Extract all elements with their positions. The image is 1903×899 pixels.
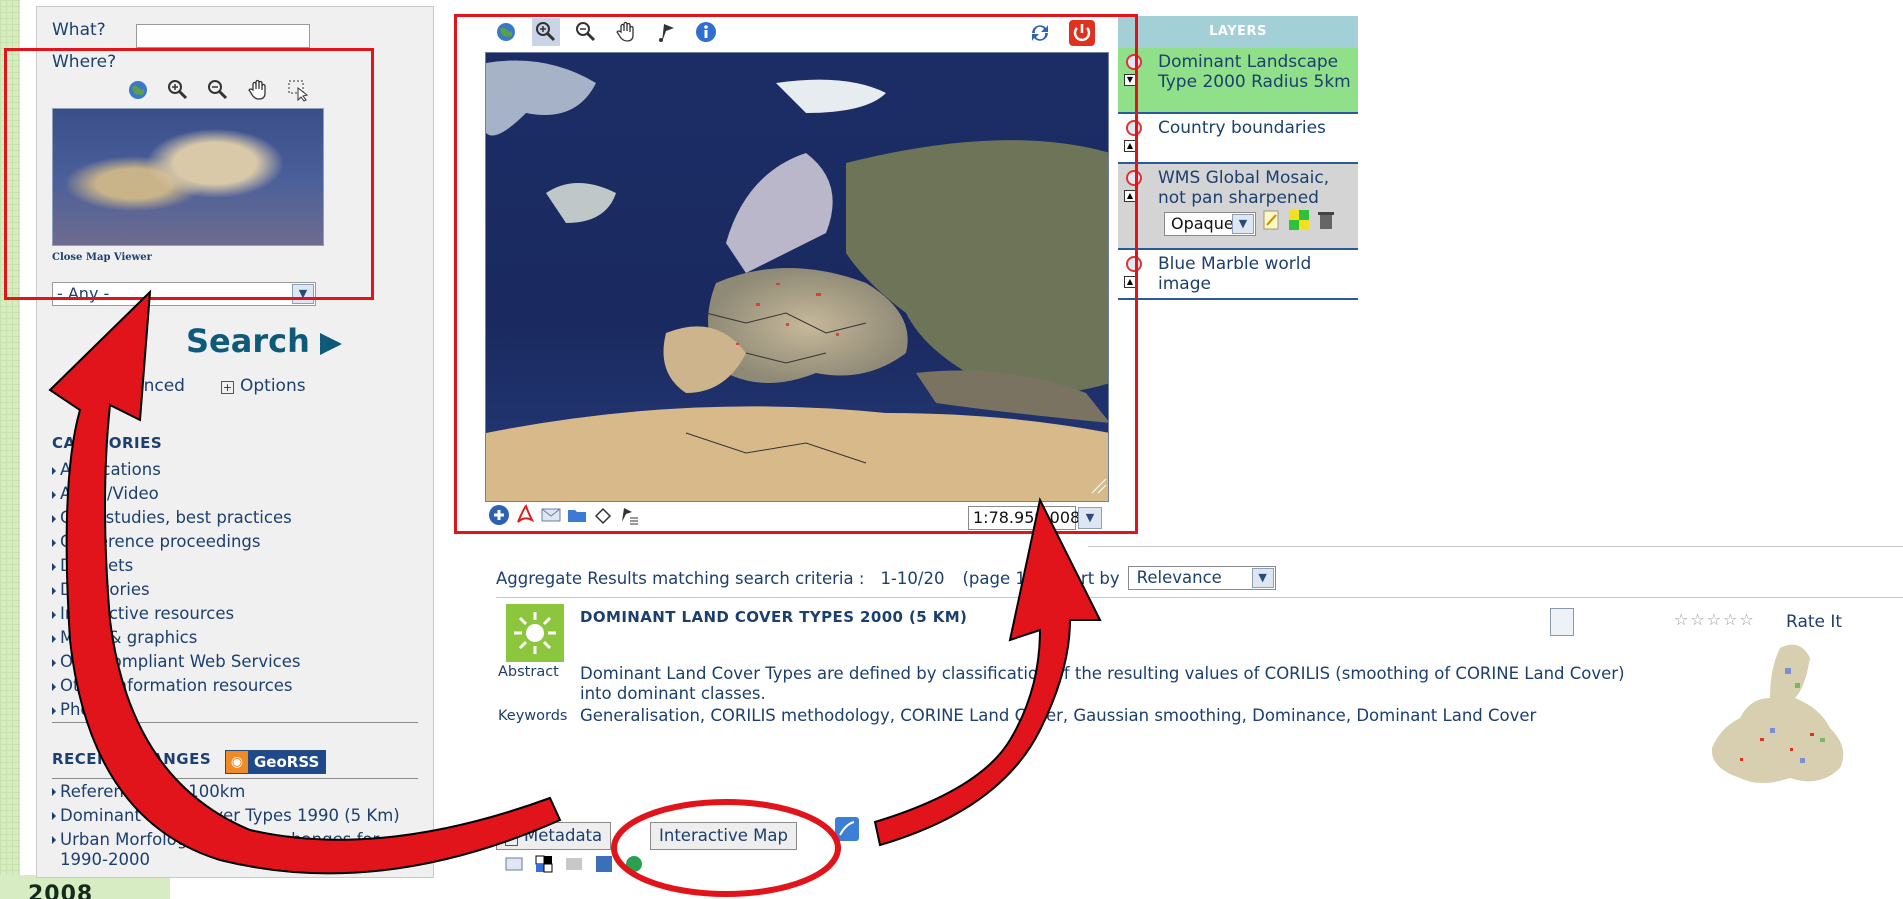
results-separator: [496, 597, 1903, 598]
category-item[interactable]: Interactive resources: [52, 602, 301, 626]
options-label: Options: [239, 376, 306, 396]
interactive-map-label: Interactive Map: [659, 826, 788, 845]
chevron-down-icon: ▼: [1232, 214, 1254, 234]
options-toggle[interactable]: + Options: [220, 376, 306, 396]
collapse-minus-icon: −: [505, 833, 518, 846]
categories-list: Applications Audio/Video Case studies, b…: [52, 458, 301, 722]
recent-item[interactable]: Dominant Land Cover Types 1990 (5 Km): [52, 806, 422, 826]
star-icon[interactable]: ☆: [1674, 610, 1688, 629]
wms-link-icon[interactable]: [834, 816, 860, 847]
social-share-icon[interactable]: [594, 854, 614, 879]
georss-button[interactable]: ◉ GeoRSS: [225, 750, 327, 774]
metadata-document-icon[interactable]: [1550, 608, 1574, 636]
abstract-text: Dominant Land Cover Types are defined by…: [580, 664, 1625, 703]
aggregate-label: Aggregate Results matching search criter…: [496, 568, 865, 588]
category-item[interactable]: Audio/Video: [52, 482, 301, 506]
layer-item-blue-marble[interactable]: ▲ Blue Marble world image: [1118, 250, 1358, 300]
metadata-tab-label: Metadata: [524, 826, 603, 845]
advanced-label: Advanced: [101, 376, 185, 396]
star-icon[interactable]: ☆: [1707, 610, 1721, 629]
sort-value: Relevance: [1136, 568, 1222, 587]
keywords-text: Generalisation, CORILIS methodology, COR…: [580, 706, 1537, 725]
category-item[interactable]: OGC compliant Web Services: [52, 650, 301, 674]
stumbleupon-icon[interactable]: [624, 854, 644, 879]
layer-name: Country boundaries: [1158, 118, 1326, 138]
share-icons-row: [504, 854, 644, 879]
rate-it-link[interactable]: Rate It: [1786, 612, 1842, 632]
interactive-map-button[interactable]: Interactive Map: [650, 822, 797, 850]
recent-item[interactable]: Reference Grid 100km: [52, 782, 422, 802]
edit-note-icon[interactable]: [1262, 209, 1282, 236]
rating-stars[interactable]: ☆ ☆ ☆ ☆ ☆: [1674, 610, 1754, 629]
layer-name: Dominant Landscape Type 2000 Radius 5km: [1158, 52, 1351, 92]
what-input[interactable]: [136, 24, 310, 48]
highlight-box-mini-map: [4, 48, 374, 300]
result-title-link[interactable]: DOMINANT LAND COVER TYPES 2000 (5 KM): [580, 608, 967, 626]
abstract-label: Abstract: [498, 664, 559, 680]
expand-plus-icon: +: [82, 381, 95, 394]
star-icon[interactable]: ☆: [1739, 610, 1753, 629]
category-item[interactable]: Conference proceedings: [52, 530, 301, 554]
results-separator: [1088, 546, 1903, 547]
opacity-value: Opaque: [1171, 214, 1234, 233]
star-icon[interactable]: ☆: [1690, 610, 1704, 629]
georss-label: GeoRSS: [248, 751, 326, 773]
result-map-thumbnail[interactable]: [1700, 638, 1860, 798]
category-item[interactable]: Applications: [52, 458, 301, 482]
layer-item-wms-global-mosaic[interactable]: ▲ WMS Global Mosaic, not pan sharpened O…: [1118, 164, 1358, 250]
keywords-label: Keywords: [498, 708, 568, 724]
sort-label: Sort by: [1060, 568, 1120, 588]
palette-icon[interactable]: [1288, 209, 1310, 236]
category-item[interactable]: Directories: [52, 578, 301, 602]
sun-logo-icon: [514, 612, 556, 654]
footer-logo: 2008: [28, 882, 94, 899]
recent-changes-title: RECENT CHANGES: [52, 750, 212, 768]
layer-item-country-boundaries[interactable]: ▲ Country boundaries: [1118, 114, 1358, 164]
category-item[interactable]: Other information resources: [52, 674, 301, 698]
trash-icon[interactable]: [1316, 209, 1336, 236]
result-logo-thumbnail[interactable]: [506, 604, 564, 662]
highlight-box-map-viewer: [454, 14, 1138, 534]
search-button[interactable]: Search: [186, 322, 342, 360]
star-icon[interactable]: ☆: [1723, 610, 1737, 629]
layer-name: WMS Global Mosaic, not pan sharpened: [1158, 168, 1330, 208]
recent-changes-list: Reference Grid 100km Dominant Land Cover…: [52, 782, 422, 874]
metadata-tab[interactable]: − Metadata: [496, 822, 612, 850]
layers-title: LAYERS: [1118, 16, 1358, 48]
category-item[interactable]: Datasets: [52, 554, 301, 578]
layer-item-dominant-landscape[interactable]: ▼ Dominant Landscape Type 2000 Radius 5k…: [1118, 48, 1358, 114]
digg-icon[interactable]: [564, 854, 584, 879]
what-label: What?: [52, 20, 106, 40]
categories-title: CATEGORIES: [52, 434, 163, 452]
opacity-select[interactable]: Opaque ▼: [1164, 212, 1256, 236]
layer-name: Blue Marble world image: [1158, 254, 1312, 294]
result-range: 1-10/20: [880, 568, 945, 588]
aggregate-results-bar: Aggregate Results matching search criter…: [496, 566, 1276, 590]
result-page: (page 1/2): [962, 568, 1049, 588]
layers-panel: LAYERS ▼ Dominant Landscape Type 2000 Ra…: [1118, 16, 1358, 300]
sort-select[interactable]: Relevance ▼: [1127, 566, 1276, 590]
expand-plus-icon: +: [220, 381, 234, 394]
advanced-toggle[interactable]: + Advanced: [82, 376, 185, 396]
category-item[interactable]: Maps & graphics: [52, 626, 301, 650]
section-divider: [52, 722, 418, 723]
bookmark-icon[interactable]: [504, 854, 524, 879]
search-extras: + Advanced + Options: [52, 376, 306, 396]
category-item[interactable]: Case studies, best practices: [52, 506, 301, 530]
play-arrow-icon: [319, 333, 342, 355]
section-divider: [52, 778, 418, 779]
chevron-down-icon: ▼: [1251, 568, 1274, 588]
recent-item[interactable]: Urban Morfological Zones, changes for 19…: [52, 830, 422, 870]
category-item[interactable]: Photo: [52, 698, 301, 722]
rss-icon: ◉: [226, 751, 248, 773]
search-button-label: Search: [186, 322, 310, 360]
delicious-icon[interactable]: [534, 854, 554, 879]
